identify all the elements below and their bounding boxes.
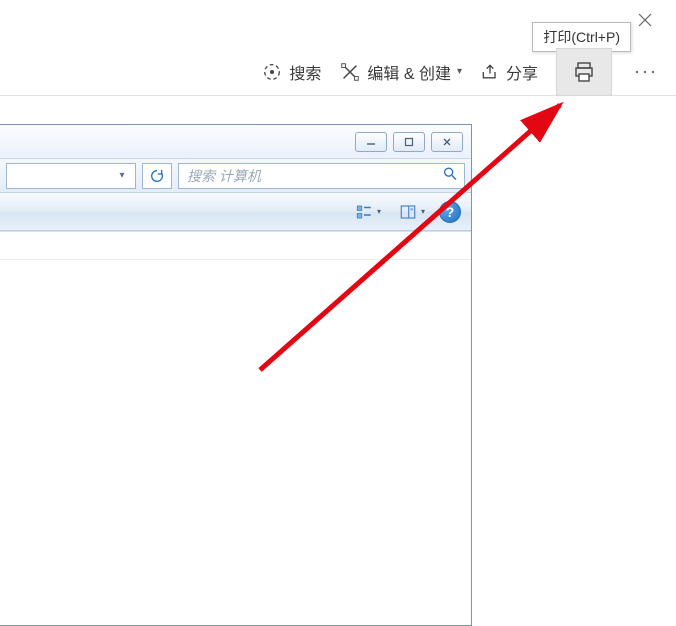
explorer-search-box[interactable]: [178, 163, 465, 189]
preview-pane-button[interactable]: ▾: [395, 199, 429, 225]
close-icon: [638, 13, 652, 27]
refresh-icon: [149, 168, 165, 184]
preview-pane-icon: [399, 203, 417, 221]
explorer-window: ▾ ▾: [0, 124, 472, 626]
target-search-icon: [261, 61, 283, 83]
view-options-button[interactable]: ▾: [351, 199, 385, 225]
explorer-content: [0, 231, 471, 625]
explorer-maximize-button[interactable]: [393, 132, 425, 152]
chevron-down-icon: ▾: [377, 207, 381, 216]
chevron-down-icon: ▾: [457, 66, 462, 77]
close-icon: [442, 137, 452, 147]
edit-tools-icon: [339, 61, 361, 83]
app-toolbar: 搜索 编辑 & 创建 ▾ 分享 ···: [0, 48, 676, 96]
address-dropdown-icon: ▾: [113, 170, 131, 181]
address-bar[interactable]: ▾: [6, 163, 136, 189]
share-label: 分享: [506, 60, 538, 84]
tooltip-text: 打印(Ctrl+P): [543, 29, 620, 45]
list-item[interactable]: [0, 232, 471, 260]
search-label: 搜索: [289, 60, 321, 84]
edit-create-button[interactable]: 编辑 & 创建 ▾: [339, 60, 462, 84]
explorer-close-button[interactable]: [431, 132, 463, 152]
share-icon: [480, 62, 500, 82]
explorer-minimize-button[interactable]: [355, 132, 387, 152]
chevron-down-icon: ▾: [421, 207, 425, 216]
explorer-address-row: ▾: [0, 159, 471, 193]
search-button[interactable]: 搜索: [261, 60, 321, 84]
explorer-search-input[interactable]: [179, 164, 464, 188]
explorer-command-bar: ▾ ▾ ?: [0, 193, 471, 231]
more-button[interactable]: ···: [630, 61, 662, 82]
help-icon: ?: [446, 204, 455, 220]
view-list-icon: [355, 203, 373, 221]
explorer-caption: [0, 125, 471, 159]
share-button[interactable]: 分享: [480, 60, 538, 84]
print-button[interactable]: [556, 48, 612, 96]
edit-label: 编辑 & 创建: [367, 60, 451, 84]
refresh-button[interactable]: [142, 163, 172, 189]
more-icon: ···: [634, 61, 658, 81]
maximize-icon: [404, 137, 414, 147]
magnifier-icon: [442, 165, 458, 186]
minimize-icon: [366, 137, 376, 147]
printer-icon: [572, 60, 596, 84]
help-button[interactable]: ?: [439, 201, 461, 223]
